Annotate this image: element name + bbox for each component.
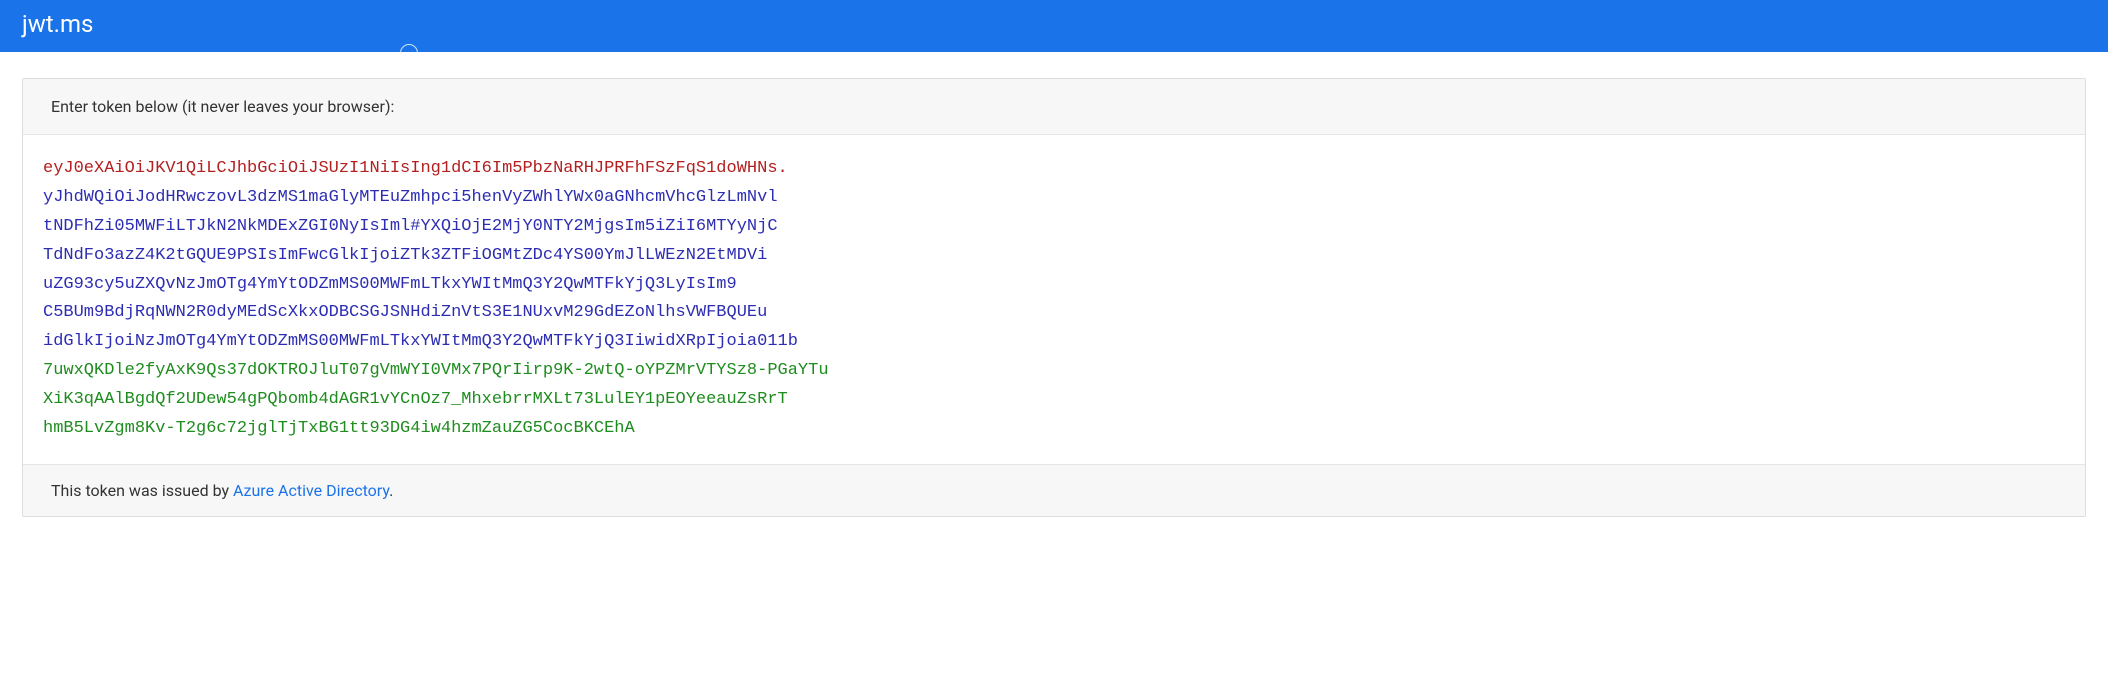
token-input-area[interactable]: eyJ0eXAiOiJKV1QiLCJhbGciOiJSUzI1NiIsIng1… [23, 135, 2085, 464]
token-payload-segment: uZG93cy5uZXQvNzJmOTg4YmYtODZmMS00MWFmLTk… [43, 271, 2065, 300]
main-panel: Enter token below (it never leaves your … [22, 78, 2086, 517]
token-payload-segment: C5BUm9BdjRqNWN2R0dyMEdScXkxODBCSGJSNHdiZ… [43, 299, 2065, 328]
token-payload-segment: TdNdFo3azZ4K2tGQUE9PSIsImFwcGlkIjoiZTk3Z… [43, 242, 2065, 271]
issuer-note: This token was issued by Azure Active Di… [23, 464, 2085, 516]
token-signature-segment: XiK3qAAlBgdQf2UDew54gPQbomb4dAGR1vYCnOz7… [43, 386, 2065, 415]
token-signature-segment: 7uwxQKDle2fyAxK9Qs37dOKTROJluT07gVmWYI0V… [43, 357, 2065, 386]
app-header: jwt.ms [0, 0, 2108, 52]
token-payload-segment: idGlkIjoiNzJmOTg4YmYtODZmMS00MWFmLTkxYWI… [43, 328, 2065, 357]
token-payload-segment: tNDFhZi05MWFiLTJkN2NkMDExZGI0NyIsIml#YXQ… [43, 213, 2065, 242]
token-header-segment: eyJ0eXAiOiJKV1QiLCJhbGciOiJSUzI1NiIsIng1… [43, 155, 2065, 184]
issuer-prefix: This token was issued by [51, 481, 233, 500]
issuer-link[interactable]: Azure Active Directory [233, 481, 389, 500]
loading-spinner-icon [400, 44, 418, 62]
issuer-suffix: . [389, 481, 393, 500]
token-payload-segment: yJhdWQiOiJodHRwczovL3dzMS1maGlyMTEuZmhpc… [43, 184, 2065, 213]
token-input-label: Enter token below (it never leaves your … [23, 79, 2085, 135]
token-signature-segment: hmB5LvZgm8Kv-T2g6c72jglTjTxBG1tt93DG4iw4… [43, 415, 2065, 444]
app-title: jwt.ms [0, 0, 2108, 52]
